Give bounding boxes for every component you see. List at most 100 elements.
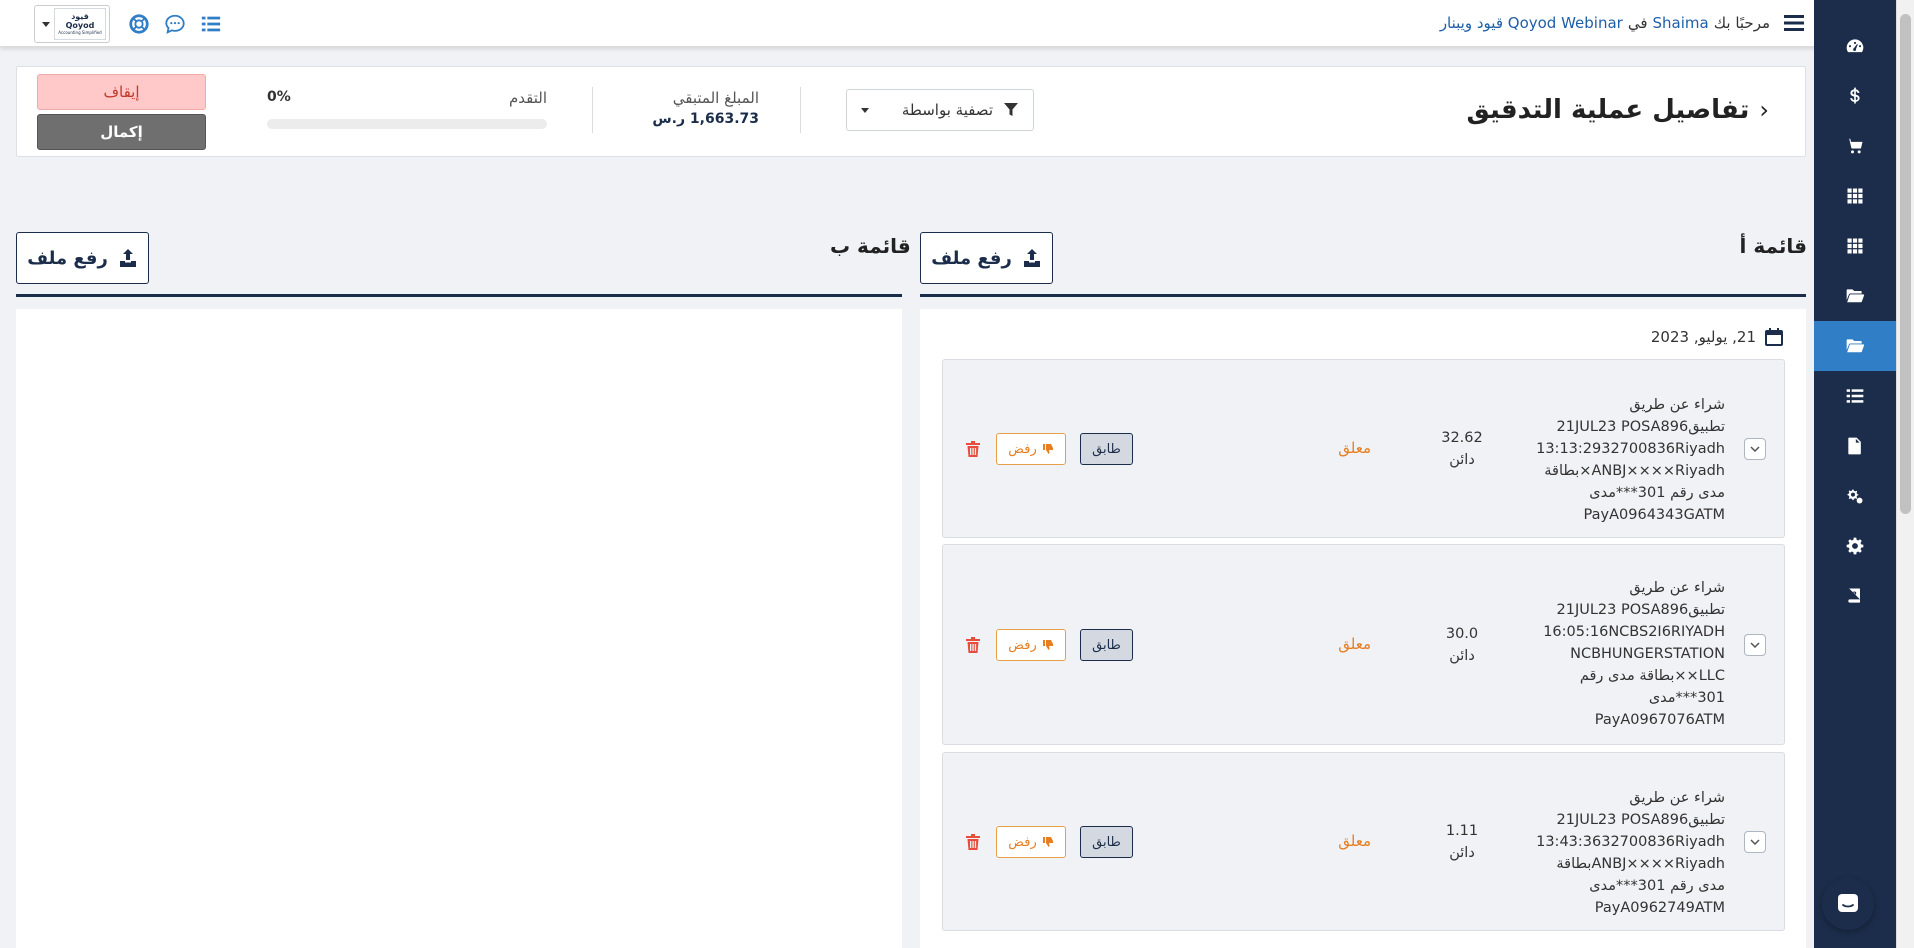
transaction-description: شراء عن طريق تطبيق21JUL23 POSA896 16:05:… bbox=[1543, 580, 1725, 728]
hamburger-menu-button[interactable] bbox=[1782, 11, 1806, 35]
sidebar-item-inventory[interactable] bbox=[1814, 171, 1896, 221]
lifebuoy-icon bbox=[129, 14, 149, 34]
chat-button[interactable] bbox=[162, 11, 188, 37]
chevron-down-icon bbox=[42, 22, 50, 27]
filter-icon bbox=[1004, 103, 1018, 116]
transaction-row: شراء عن طريق تطبيق21JUL23 POSA896 16:05:… bbox=[942, 544, 1785, 745]
cart-icon bbox=[1846, 138, 1863, 154]
welcome-message: مرحبًا بك Shaima في Qoyod Webinar قيود و… bbox=[1440, 14, 1770, 32]
help-icon: ? bbox=[1848, 588, 1860, 603]
thumbs-down-icon bbox=[1042, 837, 1053, 847]
filter-dropdown[interactable]: تصفية بواسطة bbox=[846, 89, 1034, 131]
expand-row-button[interactable] bbox=[1744, 831, 1766, 853]
dollar-icon bbox=[1850, 87, 1860, 104]
sidebar-item-accounts[interactable] bbox=[1814, 271, 1896, 321]
company-logo: قيود Qoyod Accounting Simplified bbox=[54, 8, 106, 40]
match-button[interactable]: طابق bbox=[1080, 826, 1133, 858]
cogs-icon bbox=[1847, 489, 1863, 504]
list-icon bbox=[1846, 389, 1864, 403]
status-badge: معلق bbox=[1338, 635, 1371, 653]
transaction-amount: 1.11 دائن bbox=[1445, 823, 1479, 861]
support-button[interactable] bbox=[126, 11, 152, 37]
sidebar-item-settings[interactable] bbox=[1814, 521, 1896, 571]
progress-section: التقدم 0% bbox=[267, 89, 547, 129]
folder-open-icon bbox=[1846, 289, 1865, 303]
chat-icon bbox=[165, 14, 185, 34]
delete-button[interactable] bbox=[965, 636, 981, 654]
sidebar-item-dashboard[interactable] bbox=[1814, 21, 1896, 71]
gear-icon bbox=[1846, 537, 1864, 555]
page-scrollbar[interactable] bbox=[1896, 0, 1914, 948]
sidebar-item-reports[interactable] bbox=[1814, 371, 1896, 421]
list-a-divider bbox=[920, 294, 1806, 297]
list-a-panel: 21, يوليو, 2023 شراء عن طريق تطبيق21JUL2… bbox=[920, 309, 1806, 948]
calendar-icon bbox=[1765, 328, 1783, 346]
transaction-description: شراء عن طريق تطبيق21JUL23 POSA896 13:43:… bbox=[1536, 790, 1725, 916]
page-title: ‹ تفاصيل عملية التدقيق bbox=[1466, 95, 1769, 125]
transaction-row: شراء عن طريق تطبيق21JUL23 POSA896 13:13:… bbox=[942, 359, 1785, 538]
sidebar-item-integrations[interactable] bbox=[1814, 471, 1896, 521]
sidebar-item-documents[interactable] bbox=[1814, 421, 1896, 471]
stop-button[interactable]: إيقاف bbox=[37, 74, 206, 110]
upload-icon bbox=[1023, 249, 1040, 267]
list-b-title: قائمة ب bbox=[830, 234, 911, 258]
delete-button[interactable] bbox=[965, 440, 981, 458]
svg-text:?: ? bbox=[1852, 591, 1856, 600]
chevron-down-icon bbox=[1750, 839, 1760, 845]
transaction-amount: 32.62 دائن bbox=[1441, 430, 1483, 468]
delete-button[interactable] bbox=[965, 833, 981, 851]
company-switcher[interactable]: قيود Qoyod Accounting Simplified bbox=[34, 5, 110, 43]
grid-icon bbox=[1847, 238, 1863, 254]
transaction-row: شراء عن طريق تطبيق21JUL23 POSA896 13:43:… bbox=[942, 752, 1785, 931]
transaction-description: شراء عن طريق تطبيق21JUL23 POSA896 13:13:… bbox=[1536, 397, 1725, 523]
chat-widget-button[interactable] bbox=[1822, 878, 1874, 930]
sidebar-item-sales[interactable] bbox=[1814, 71, 1896, 121]
reject-button[interactable]: رفض bbox=[996, 629, 1066, 661]
user-name: Shaima bbox=[1652, 14, 1709, 32]
upload-icon bbox=[119, 249, 136, 267]
topbar-tools: قيود Qoyod Accounting Simplified bbox=[34, 5, 224, 43]
date-group-header: 21, يوليو, 2023 bbox=[1651, 327, 1784, 347]
back-chevron-icon[interactable]: ‹ bbox=[1759, 96, 1769, 124]
transaction-amount: 30.0 دائن bbox=[1445, 626, 1479, 664]
trash-icon bbox=[966, 441, 980, 457]
filter-label: تصفية بواسطة bbox=[901, 101, 993, 119]
topbar: مرحبًا بك Shaima في Qoyod Webinar قيود و… bbox=[0, 0, 1820, 47]
tasks-button[interactable] bbox=[198, 11, 224, 37]
progress-bar bbox=[267, 119, 547, 129]
document-icon bbox=[1848, 437, 1861, 455]
chat-icon bbox=[1838, 894, 1858, 912]
sidebar-item-products[interactable] bbox=[1814, 221, 1896, 271]
progress-percent: 0% bbox=[267, 89, 291, 105]
scroll-thumb[interactable] bbox=[1900, 14, 1911, 514]
chevron-down-icon bbox=[1750, 642, 1760, 648]
complete-button[interactable]: إكمال bbox=[37, 114, 206, 150]
menu-icon bbox=[1784, 15, 1804, 31]
divider bbox=[592, 87, 593, 133]
expand-row-button[interactable] bbox=[1744, 634, 1766, 656]
chevron-down-icon bbox=[1750, 446, 1760, 452]
list-a-upload-button[interactable]: رفع ملف bbox=[920, 232, 1053, 284]
list-b-upload-button[interactable]: رفع ملف bbox=[16, 232, 149, 284]
trash-icon bbox=[966, 637, 980, 653]
list-b-panel bbox=[16, 309, 902, 948]
status-badge: معلق bbox=[1338, 439, 1371, 457]
welcome-prefix: مرحبًا بك bbox=[1713, 14, 1770, 32]
sidebar-item-help[interactable]: ? bbox=[1814, 571, 1896, 621]
match-button[interactable]: طابق bbox=[1080, 629, 1133, 661]
sidebar-item-reconciliation[interactable] bbox=[1814, 321, 1896, 371]
list-icon bbox=[201, 16, 221, 32]
reject-button[interactable]: رفض bbox=[996, 826, 1066, 858]
list-a-title: قائمة أ bbox=[1739, 234, 1807, 258]
reject-button[interactable]: رفض bbox=[996, 433, 1066, 465]
list-b-divider bbox=[16, 294, 902, 297]
company-link[interactable]: Qoyod Webinar قيود ويبنار bbox=[1440, 14, 1623, 32]
expand-row-button[interactable] bbox=[1744, 438, 1766, 460]
folder-open-icon bbox=[1846, 339, 1865, 353]
sidebar-item-purchases[interactable] bbox=[1814, 121, 1896, 171]
status-badge: معلق bbox=[1338, 832, 1371, 850]
audit-header-card: ‹ تفاصيل عملية التدقيق تصفية بواسطة المب… bbox=[16, 66, 1806, 157]
thumbs-down-icon bbox=[1042, 444, 1053, 454]
sidebar: ? bbox=[1814, 0, 1896, 948]
match-button[interactable]: طابق bbox=[1080, 433, 1133, 465]
